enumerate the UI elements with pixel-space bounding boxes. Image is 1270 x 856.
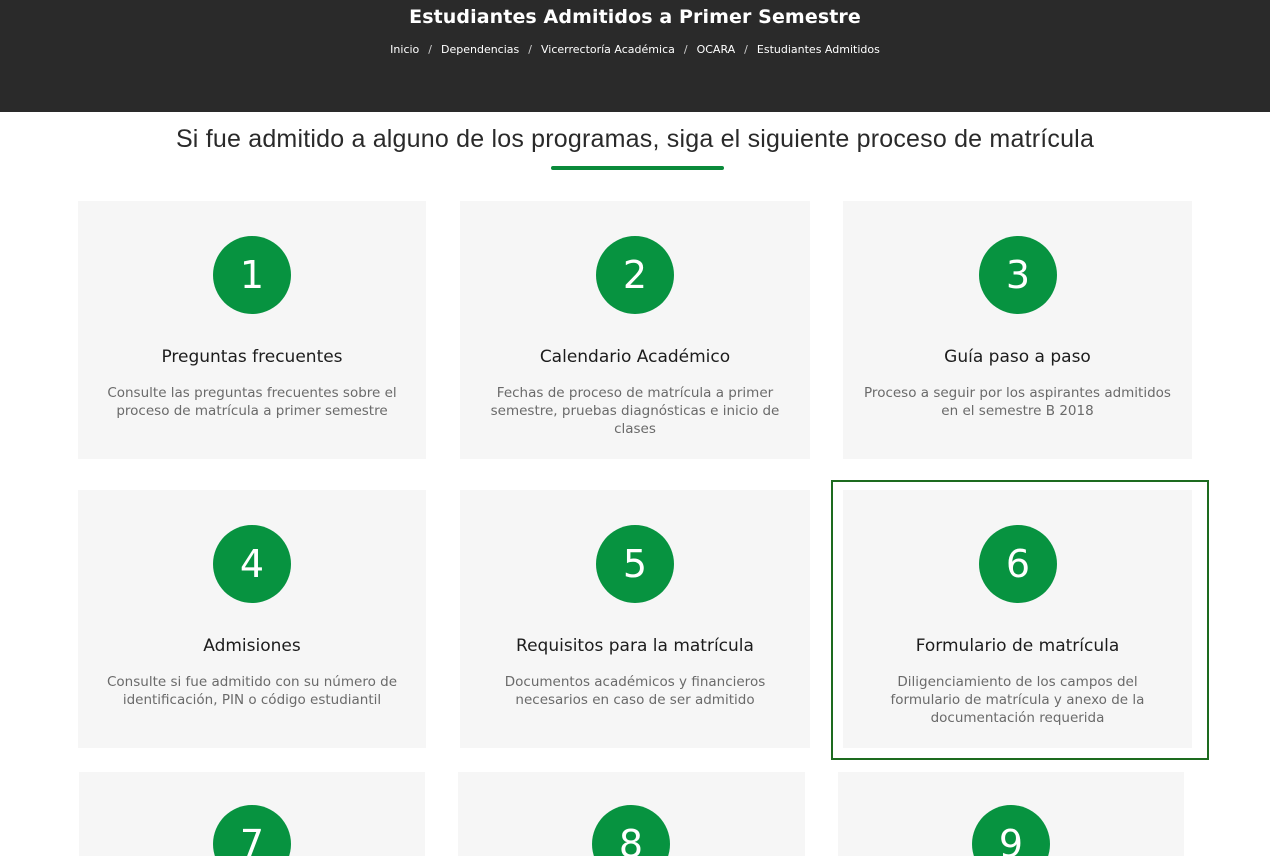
step-card-3[interactable]: 3 Guía paso a paso Proceso a seguir por … xyxy=(843,201,1192,459)
step-title: Admisiones xyxy=(203,636,301,656)
step-number-badge: 1 xyxy=(213,236,291,314)
step-title: Formulario de matrícula xyxy=(915,636,1120,656)
step-number-badge: 7 xyxy=(213,805,291,856)
step-description: Diligenciamiento de los campos del formu… xyxy=(890,674,1145,726)
step-card-8[interactable]: 8 xyxy=(458,772,805,856)
step-number-badge: 5 xyxy=(596,525,674,603)
breadcrumb: Inicio / Dependencias / Vicerrectoría Ac… xyxy=(0,43,1270,56)
step-title: Guía paso a paso xyxy=(944,347,1091,367)
step-number-badge: 8 xyxy=(592,805,670,856)
breadcrumb-separator: / xyxy=(744,43,748,56)
breadcrumb-separator: / xyxy=(528,43,532,56)
breadcrumb-current: Estudiantes Admitidos xyxy=(756,43,880,56)
step-title: Preguntas frecuentes xyxy=(161,347,343,367)
breadcrumb-vicerrectoria[interactable]: Vicerrectoría Académica xyxy=(541,43,675,56)
step-card-6[interactable]: 6 Formulario de matrícula Diligenciamien… xyxy=(843,490,1192,748)
section-heading: Si fue admitido a alguno de los programa… xyxy=(175,125,1095,153)
step-number-badge: 4 xyxy=(213,525,291,603)
heading-underline xyxy=(551,166,724,170)
step-description: Consulte si fue admitido con su número d… xyxy=(106,674,398,708)
step-description: Documentos académicos y financieros nece… xyxy=(504,674,766,708)
step-card-4[interactable]: 4 Admisiones Consulte si fue admitido co… xyxy=(78,490,426,748)
step-card-9[interactable]: 9 xyxy=(838,772,1184,856)
breadcrumb-dependencias[interactable]: Dependencias xyxy=(441,43,519,56)
step-card-7[interactable]: 7 xyxy=(79,772,425,856)
breadcrumb-ocara[interactable]: OCARA xyxy=(697,43,736,56)
page-title: Estudiantes Admitidos a Primer Semestre xyxy=(409,6,861,28)
step-description: Fechas de proceso de matrícula a primer … xyxy=(490,385,780,437)
page-header: Estudiantes Admitidos a Primer Semestre … xyxy=(0,0,1270,112)
step-card-5[interactable]: 5 Requisitos para la matrícula Documento… xyxy=(460,490,810,748)
breadcrumb-separator: / xyxy=(428,43,432,56)
step-number-badge: 2 xyxy=(596,236,674,314)
breadcrumb-inicio[interactable]: Inicio xyxy=(390,43,419,56)
step-card-1[interactable]: 1 Preguntas frecuentes Consulte las preg… xyxy=(78,201,426,459)
step-title: Requisitos para la matrícula xyxy=(516,636,754,656)
step-card-2[interactable]: 2 Calendario Académico Fechas de proceso… xyxy=(460,201,810,459)
step-number-badge: 3 xyxy=(979,236,1057,314)
step-number-badge: 6 xyxy=(979,525,1057,603)
step-description: Consulte las preguntas frecuentes sobre … xyxy=(107,385,397,419)
breadcrumb-separator: / xyxy=(683,43,688,56)
step-title: Calendario Académico xyxy=(539,347,731,367)
step-number-badge: 9 xyxy=(972,805,1050,856)
step-description: Proceso a seguir por los aspirantes admi… xyxy=(864,385,1171,419)
